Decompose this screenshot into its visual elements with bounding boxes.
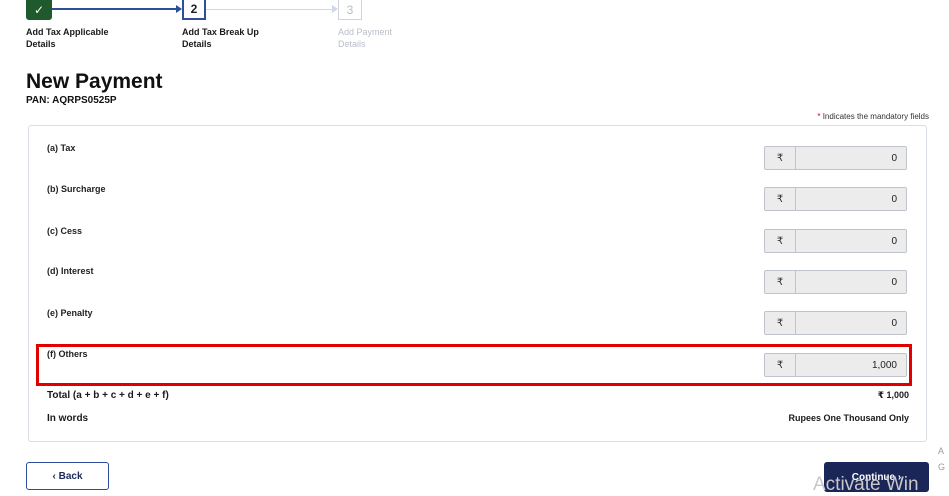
in-words-label: In words	[47, 413, 89, 424]
tax-amount-input[interactable]: ₹ 0	[764, 146, 907, 170]
step-connector	[52, 8, 178, 10]
step-1-complete: ✓	[26, 0, 52, 20]
row-label-tax: (a) Tax	[47, 143, 76, 153]
rupee-icon: ₹	[765, 230, 796, 252]
pan-number: PAN: AQRPS0525P	[26, 95, 117, 106]
highlight-box	[36, 344, 912, 386]
step-3-pending: 3	[338, 0, 362, 20]
back-button[interactable]: ‹ Back	[26, 462, 109, 490]
amount-value: 0	[891, 317, 897, 329]
checkmark-icon: ✓	[33, 3, 45, 17]
watermark-fragment: G	[938, 462, 946, 472]
total-label: Total (a + b + c + d + e + f)	[47, 390, 169, 401]
amount-value: 0	[891, 235, 897, 247]
interest-amount-input[interactable]: ₹ 0	[764, 270, 907, 294]
rupee-icon: ₹	[765, 271, 796, 293]
row-label-interest: (d) Interest	[47, 266, 94, 276]
step-2-label: Add Tax Break Up Details	[182, 27, 259, 49]
page-title: New Payment	[26, 70, 163, 93]
in-words-value: Rupees One Thousand Only	[788, 413, 909, 423]
total-value: ₹ 1,000	[877, 390, 909, 400]
row-label-penalty: (e) Penalty	[47, 308, 93, 318]
cess-amount-input[interactable]: ₹ 0	[764, 229, 907, 253]
rupee-icon: ₹	[765, 188, 796, 210]
surcharge-amount-input[interactable]: ₹ 0	[764, 187, 907, 211]
row-label-cess: (c) Cess	[47, 226, 83, 236]
row-label-surcharge: (b) Surcharge	[47, 184, 106, 194]
penalty-amount-input[interactable]: ₹ 0	[764, 311, 907, 335]
activation-watermark: Activate Win	[813, 474, 919, 495]
amount-value: 0	[891, 152, 897, 164]
step-connector	[206, 9, 334, 10]
watermark-fragment: A	[938, 446, 945, 456]
amount-value: 0	[891, 276, 897, 288]
step-3-label: Add Payment Details	[338, 27, 393, 49]
rupee-icon: ₹	[765, 147, 796, 169]
step-1-label: Add Tax Applicable Details	[26, 27, 109, 49]
step-number: 3	[346, 2, 354, 17]
rupee-icon: ₹	[765, 312, 796, 334]
mandatory-note: * Indicates the mandatory fields	[817, 112, 929, 121]
amount-value: 0	[891, 193, 897, 205]
step-2-active: 2	[182, 0, 206, 20]
progress-stepper: ✓ 2 3 Add Tax Applicable Details Add Tax…	[0, 0, 949, 60]
step-number: 2	[190, 2, 198, 16]
